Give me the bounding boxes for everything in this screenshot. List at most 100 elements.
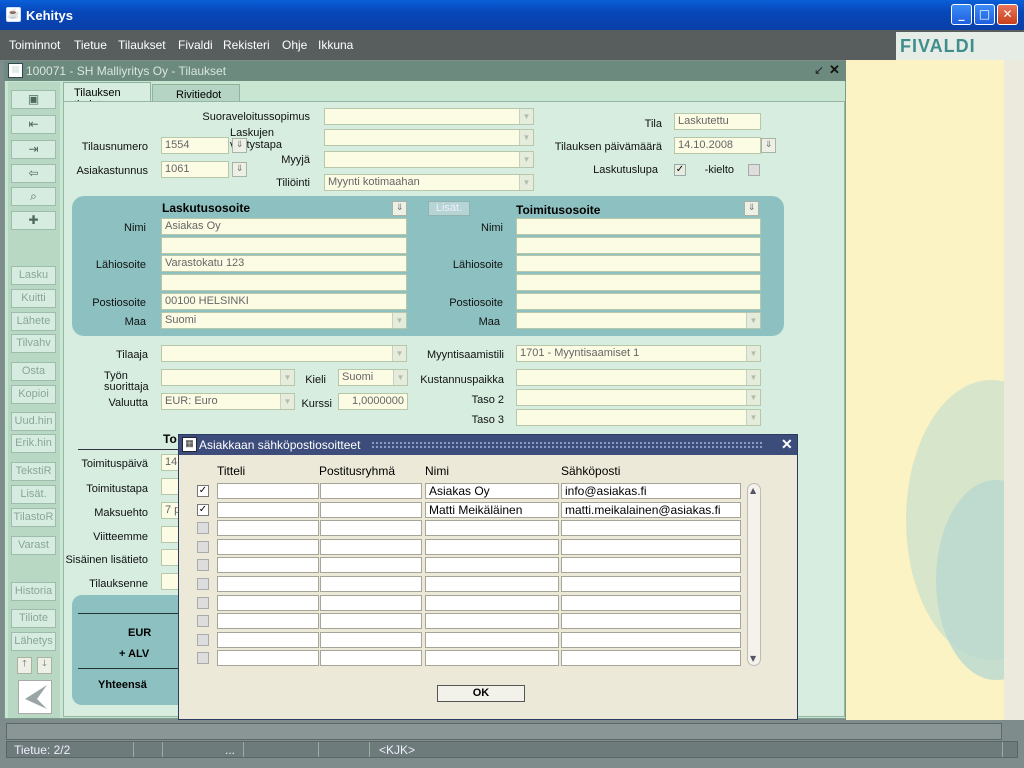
next-record-icon[interactable]: ⇥: [11, 140, 56, 159]
cell-titteli[interactable]: [217, 594, 319, 611]
cell-nimi[interactable]: [425, 557, 559, 574]
row-checkbox[interactable]: [197, 522, 209, 535]
cell-ryhma[interactable]: [320, 594, 422, 611]
menu-ikkuna[interactable]: Ikkuna: [318, 38, 353, 52]
maximize-button[interactable]: □: [974, 4, 995, 25]
tab-tilauksen-tiedot[interactable]: Tilauksen tiedot: [63, 82, 151, 111]
billing-lahiosoite-field[interactable]: Varastokatu 123: [161, 255, 407, 272]
cell-nimi[interactable]: [425, 576, 559, 592]
myyja-select[interactable]: ▼: [324, 151, 534, 168]
delivery-expand-icon[interactable]: ⇓: [744, 201, 759, 216]
myyntisaamistili-select[interactable]: 1701 - Myyntisaamiset 1 ▼: [516, 345, 761, 362]
cell-titteli[interactable]: [217, 576, 319, 592]
billing-expand-icon[interactable]: ⇓: [392, 201, 407, 216]
cell-titteli[interactable]: [217, 520, 319, 537]
billing-nimi-field[interactable]: Asiakas Oy: [161, 218, 407, 235]
cell-nimi[interactable]: Asiakas Oy: [425, 483, 559, 499]
menu-ohje[interactable]: Ohje: [282, 38, 307, 52]
laskutuslupa-checkbox[interactable]: ✓: [674, 164, 686, 176]
cell-ryhma[interactable]: [320, 557, 422, 574]
billing-maa-select[interactable]: Suomi ▼: [161, 312, 407, 329]
billing-nimi2-field[interactable]: [161, 237, 407, 254]
valuutta-select[interactable]: EUR: Euro ▼: [161, 393, 295, 410]
delivery-maa-select[interactable]: ▼: [516, 312, 761, 329]
maksuehto-select[interactable]: 7 p: [161, 502, 179, 519]
cell-ryhma[interactable]: [320, 631, 422, 648]
cell-email[interactable]: [561, 520, 741, 537]
cell-ryhma[interactable]: [320, 483, 422, 499]
taso2-select[interactable]: ▼: [516, 389, 761, 406]
cell-titteli[interactable]: [217, 650, 319, 667]
delivery-nimi-field[interactable]: [516, 218, 761, 235]
delivery-nimi2-field[interactable]: [516, 237, 761, 254]
date-lookup-icon[interactable]: ⇓: [761, 138, 776, 153]
minimize-button[interactable]: _: [951, 4, 972, 25]
tilausnumero-field[interactable]: 1554: [161, 137, 229, 154]
tilaaja-select[interactable]: ▼: [161, 345, 407, 362]
cell-titteli[interactable]: [217, 631, 319, 648]
tilauksenne-field[interactable]: [161, 573, 179, 590]
cell-email[interactable]: [561, 631, 741, 648]
sisainen-field[interactable]: [161, 549, 179, 566]
toolbar-tilastor[interactable]: TilastoR: [11, 508, 56, 527]
cell-email[interactable]: info@asiakas.fi: [561, 483, 741, 499]
delivery-postiosoite-field[interactable]: [516, 293, 761, 310]
close-button[interactable]: ✕: [997, 4, 1018, 25]
desktop-scrollbar[interactable]: [1004, 60, 1024, 720]
drag-handle[interactable]: [371, 441, 763, 449]
toolbar-kuitti[interactable]: Kuitti: [11, 289, 56, 308]
cell-nimi[interactable]: [425, 538, 559, 555]
new-record-icon[interactable]: ✚: [11, 211, 56, 230]
tab-rivitiedot[interactable]: Rivitiedot: [152, 84, 240, 102]
cell-titteli[interactable]: [217, 557, 319, 574]
save-icon[interactable]: ▣: [11, 90, 56, 109]
tiliointi-select[interactable]: Myynti kotimaahan ▼: [324, 174, 534, 191]
arrow-up-icon[interactable]: 🡑: [17, 657, 32, 674]
cell-email[interactable]: [561, 557, 741, 574]
cell-nimi[interactable]: [425, 650, 559, 667]
arrow-down-icon[interactable]: 🡓: [37, 657, 52, 674]
menu-tilaukset[interactable]: Tilaukset: [118, 38, 166, 52]
row-checkbox[interactable]: [197, 559, 209, 572]
first-record-icon[interactable]: ⇤: [11, 115, 56, 134]
menu-fivaldi[interactable]: Fivaldi: [178, 38, 213, 52]
scroll-down-icon[interactable]: ▼: [750, 654, 756, 663]
tilausnumero-lookup-icon[interactable]: ⇓: [232, 138, 247, 153]
toolbar-erikhin[interactable]: Erik.hin: [11, 434, 56, 453]
cell-ryhma[interactable]: [320, 576, 422, 592]
cell-email[interactable]: [561, 613, 741, 630]
menu-rekisteri[interactable]: Rekisteri: [223, 38, 270, 52]
row-checkbox[interactable]: [197, 540, 209, 553]
cell-nimi[interactable]: [425, 520, 559, 537]
close-icon[interactable]: ✕: [781, 436, 793, 453]
suoraveloitus-select[interactable]: ▼: [324, 108, 534, 125]
row-checkbox[interactable]: [197, 596, 209, 609]
kurssi-field[interactable]: 1,0000000: [338, 393, 408, 410]
cell-titteli[interactable]: [217, 501, 319, 518]
cell-nimi[interactable]: [425, 613, 559, 630]
minimize-icon[interactable]: ↙: [814, 63, 824, 77]
billing-postiosoite-field[interactable]: 00100 HELSINKI: [161, 293, 407, 310]
cell-ryhma[interactable]: [320, 650, 422, 667]
tyon-suorittaja-select[interactable]: ▼: [161, 369, 295, 386]
toolbar-kopioi[interactable]: Kopioi: [11, 385, 56, 404]
cell-ryhma[interactable]: [320, 538, 422, 555]
delivery-lahiosoite-field[interactable]: [516, 255, 761, 272]
toolbar-tiliote[interactable]: Tiliote: [11, 609, 56, 628]
previous-record-icon[interactable]: ⇦: [11, 164, 56, 183]
asiakastunnus-field[interactable]: 1061: [161, 161, 229, 178]
row-checkbox[interactable]: ✓: [197, 503, 209, 516]
toolbar-tilvahv[interactable]: Tilvahv: [11, 334, 56, 353]
cell-nimi[interactable]: [425, 594, 559, 611]
toimitustapa-select[interactable]: [161, 478, 179, 495]
toolbar-varast[interactable]: Varast: [11, 536, 56, 555]
toolbar-osta[interactable]: Osta: [11, 362, 56, 381]
cell-email[interactable]: [561, 594, 741, 611]
cell-email[interactable]: [561, 538, 741, 555]
cell-ryhma[interactable]: [320, 520, 422, 537]
asiakastunnus-lookup-icon[interactable]: ⇓: [232, 162, 247, 177]
paivamaara-field[interactable]: 14.10.2008: [674, 137, 761, 154]
toolbar-lisat[interactable]: Lisät.: [11, 485, 56, 504]
row-checkbox[interactable]: [197, 578, 209, 590]
scroll-up-icon[interactable]: ▲: [750, 486, 756, 495]
